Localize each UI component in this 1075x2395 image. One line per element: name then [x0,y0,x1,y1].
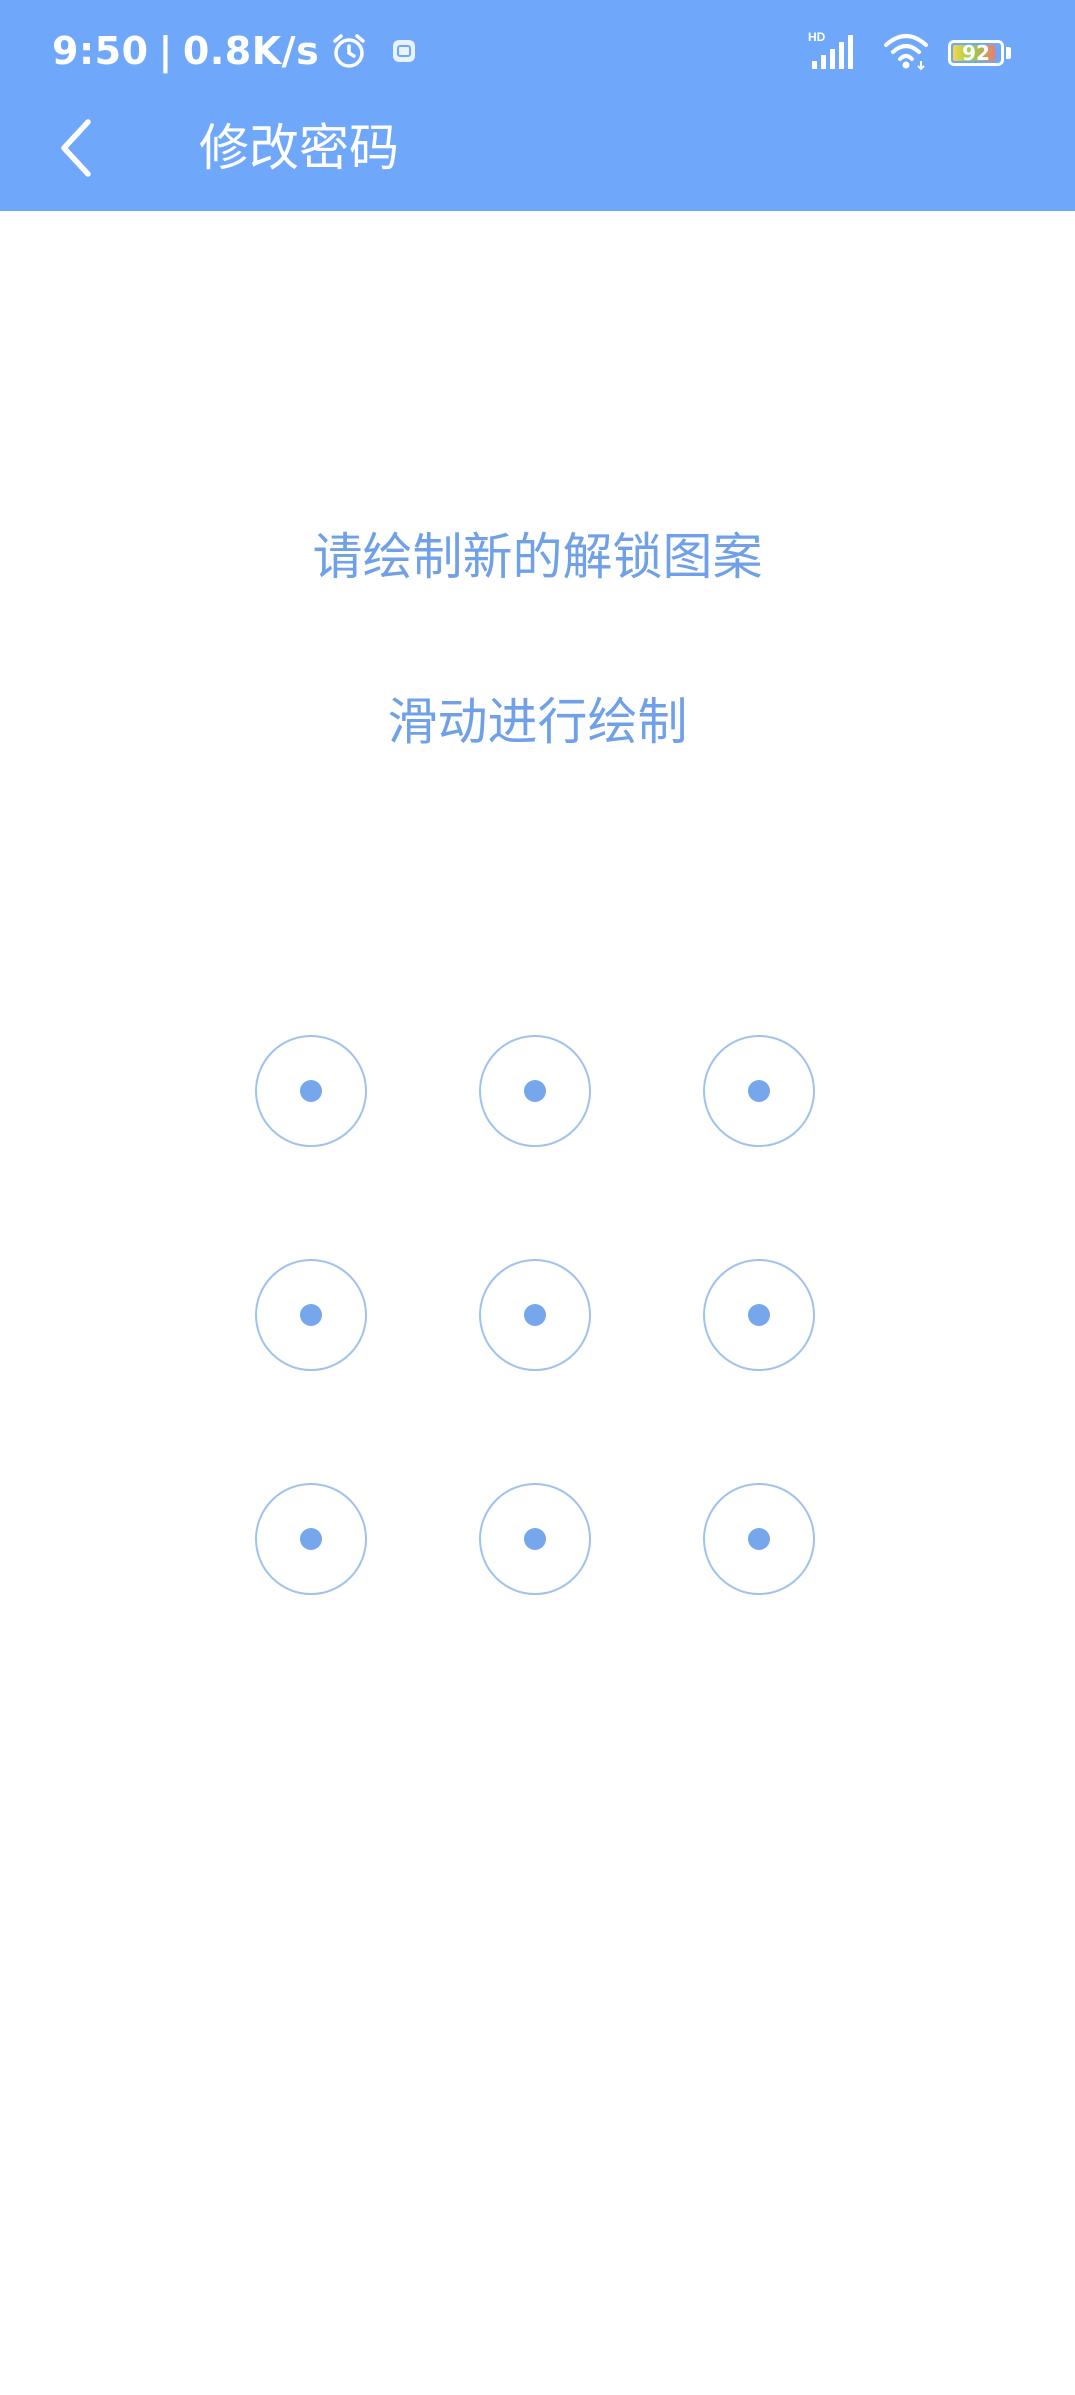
pattern-node-2[interactable] [479,1035,591,1147]
alarm-clock-icon [329,31,369,71]
battery-level: 92 [962,41,990,65]
unlock-pattern-grid[interactable] [255,1035,815,1595]
pattern-node-5[interactable] [479,1259,591,1371]
pattern-node-7[interactable] [255,1483,367,1595]
status-separator: | [158,29,173,73]
back-button[interactable] [40,112,112,184]
signal-hd-label: HD [808,31,826,44]
pattern-node-4[interactable] [255,1259,367,1371]
battery-terminal [1006,47,1011,59]
network-speed: 0.8K/s [182,29,320,73]
pattern-node-1[interactable] [255,1035,367,1147]
status-time: 9:50 [52,29,149,73]
status-bar-right: HD 92 [808,28,1011,78]
page-title: 修改密码 [199,119,399,177]
app-header: 9:50 | 0.8K/s HD 92 修改密码 [0,0,1075,211]
battery-icon: 92 [948,40,1004,66]
chevron-left-icon [61,119,91,177]
swipe-hint: 滑动进行绘制 [387,693,688,751]
pattern-node-3[interactable] [703,1035,815,1147]
pattern-node-6[interactable] [703,1259,815,1371]
status-bar-left: 9:50 | 0.8K/s [52,26,417,76]
pattern-node-9[interactable] [703,1483,815,1595]
cellular-signal-icon: HD [808,30,860,75]
pattern-node-8[interactable] [479,1483,591,1595]
draw-pattern-instruction: 请绘制新的解锁图案 [312,528,763,586]
nav-bar: 修改密码 [0,100,1075,211]
status-bar: 9:50 | 0.8K/s HD 92 [0,0,1075,100]
app-notification-icon [391,38,417,64]
wifi-icon [882,31,930,75]
